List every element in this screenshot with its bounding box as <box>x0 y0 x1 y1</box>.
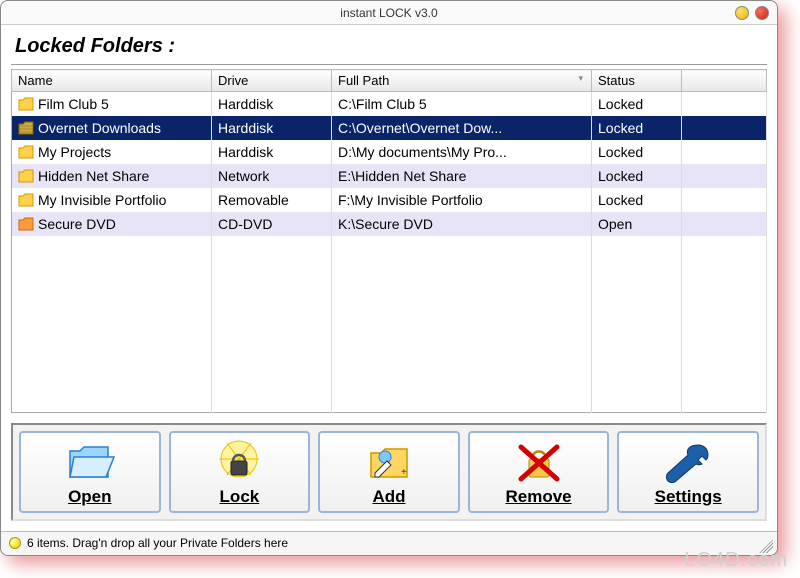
folder-icon <box>18 97 34 111</box>
table-row[interactable]: Overnet Downloads HarddiskC:\Overnet\Over… <box>12 116 767 140</box>
col-status[interactable]: Status <box>592 70 682 92</box>
content-area: Locked Folders : Name Drive Full Path St… <box>1 25 777 531</box>
remove-lock-icon <box>513 439 565 485</box>
row-status: Locked <box>592 164 682 188</box>
col-spacer <box>682 70 767 92</box>
add-label: Add <box>372 487 405 507</box>
toolbar: Open Lock <box>11 423 767 521</box>
settings-button[interactable]: Settings <box>617 431 759 513</box>
lightbulb-icon <box>9 537 21 549</box>
row-status: Locked <box>592 140 682 164</box>
lock-button[interactable]: Lock <box>169 431 311 513</box>
folder-icon <box>18 217 34 231</box>
statusbar: 6 items. Drag'n drop all your Private Fo… <box>1 531 777 555</box>
remove-button[interactable]: Remove <box>468 431 610 513</box>
col-name[interactable]: Name <box>12 70 212 92</box>
svg-text:+: + <box>401 467 407 478</box>
minimize-button[interactable] <box>735 6 749 20</box>
folder-icon <box>18 169 34 183</box>
add-button[interactable]: + Add <box>318 431 460 513</box>
row-path: C:\Film Club 5 <box>332 92 592 117</box>
folders-table: Name Drive Full Path Status Film Club 5 H… <box>11 69 767 413</box>
table-row-empty <box>12 302 767 324</box>
table-row-empty <box>12 236 767 258</box>
row-drive: CD-DVD <box>212 212 332 236</box>
row-drive: Harddisk <box>212 92 332 117</box>
folder-icon <box>18 121 34 135</box>
row-status: Open <box>592 212 682 236</box>
window-controls <box>735 6 769 20</box>
row-name: Secure DVD <box>38 216 116 232</box>
close-button[interactable] <box>755 6 769 20</box>
row-drive: Network <box>212 164 332 188</box>
row-status: Locked <box>592 188 682 212</box>
row-name: My Projects <box>38 144 111 160</box>
lock-label: Lock <box>220 487 260 507</box>
col-drive[interactable]: Drive <box>212 70 332 92</box>
row-path: C:\Overnet\Overnet Dow... <box>332 116 592 140</box>
table-row-empty <box>12 324 767 346</box>
section-title: Locked Folders : <box>11 33 767 65</box>
settings-label: Settings <box>655 487 722 507</box>
row-path: F:\My Invisible Portfolio <box>332 188 592 212</box>
row-path: K:\Secure DVD <box>332 212 592 236</box>
row-name: Film Club 5 <box>38 96 109 112</box>
remove-label: Remove <box>506 487 572 507</box>
row-name: Hidden Net Share <box>38 168 149 184</box>
table-row[interactable]: My Projects HarddiskD:\My documents\My Pr… <box>12 140 767 164</box>
row-drive: Harddisk <box>212 140 332 164</box>
table-row-empty <box>12 258 767 280</box>
table-row-empty <box>12 280 767 302</box>
folder-icon <box>18 193 34 207</box>
table-row-empty <box>12 390 767 412</box>
add-folder-icon: + <box>363 439 415 485</box>
wrench-icon <box>662 439 714 485</box>
row-name: My Invisible Portfolio <box>38 192 166 208</box>
row-drive: Harddisk <box>212 116 332 140</box>
open-label: Open <box>68 487 111 507</box>
row-path: E:\Hidden Net Share <box>332 164 592 188</box>
app-window: instant LOCK v3.0 Locked Folders : Name … <box>0 0 778 556</box>
row-status: Locked <box>592 92 682 117</box>
watermark: LO4D.com <box>684 549 788 572</box>
table-row[interactable]: My Invisible Portfolio RemovableF:\My Inv… <box>12 188 767 212</box>
row-path: D:\My documents\My Pro... <box>332 140 592 164</box>
open-folder-icon <box>64 439 116 485</box>
folder-icon <box>18 145 34 159</box>
table-header-row: Name Drive Full Path Status <box>12 70 767 92</box>
col-path[interactable]: Full Path <box>332 70 592 92</box>
lock-icon <box>213 439 265 485</box>
row-status: Locked <box>592 116 682 140</box>
table-row[interactable]: Secure DVD CD-DVDK:\Secure DVDOpen <box>12 212 767 236</box>
titlebar[interactable]: instant LOCK v3.0 <box>1 1 777 25</box>
table-row[interactable]: Film Club 5 HarddiskC:\Film Club 5Locked <box>12 92 767 117</box>
table-row-empty <box>12 368 767 390</box>
status-text: 6 items. Drag'n drop all your Private Fo… <box>27 536 288 550</box>
row-drive: Removable <box>212 188 332 212</box>
open-button[interactable]: Open <box>19 431 161 513</box>
window-title: instant LOCK v3.0 <box>340 6 437 20</box>
table-row[interactable]: Hidden Net Share NetworkE:\Hidden Net Sha… <box>12 164 767 188</box>
row-name: Overnet Downloads <box>38 120 161 136</box>
table-row-empty <box>12 346 767 368</box>
